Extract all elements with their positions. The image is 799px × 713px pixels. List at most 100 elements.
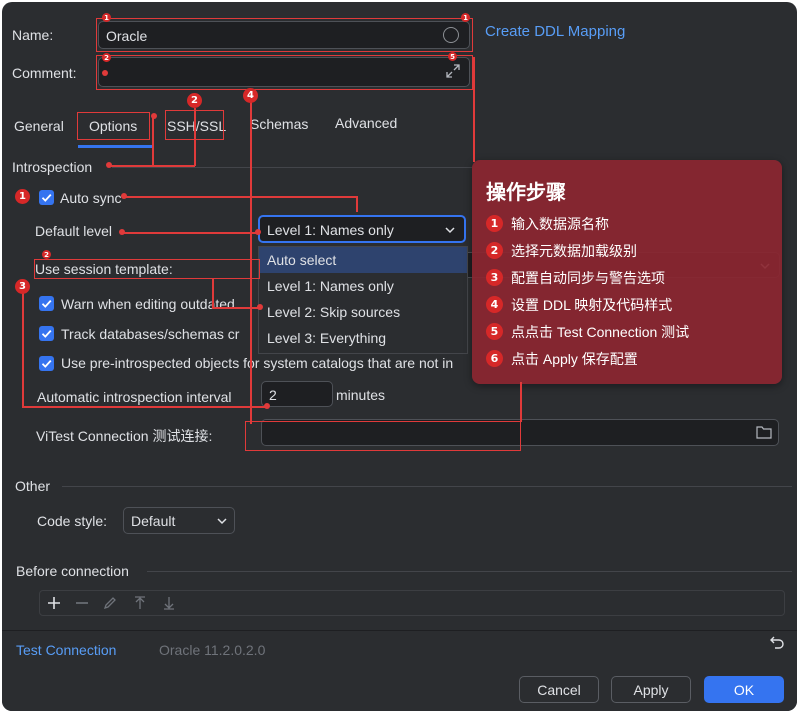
annotation-line — [122, 232, 258, 234]
badge-4-schemas: 4 — [243, 88, 258, 103]
step-item: 1 输入数据源名称 — [486, 210, 689, 237]
default-level-select[interactable]: Level 1: Names only — [258, 215, 466, 243]
annotation-line — [22, 287, 24, 407]
test-conn-prefix: Vi — [36, 428, 49, 444]
annotation-line — [473, 57, 475, 162]
cancel-button[interactable]: Cancel — [519, 676, 599, 703]
create-ddl-mapping-link[interactable]: Create DDL Mapping — [485, 23, 625, 40]
badge-2-comment-start: 2 — [102, 53, 111, 62]
introspection-divider — [112, 167, 472, 168]
code-style-select[interactable]: Default — [123, 507, 235, 534]
tab-options-underline — [78, 145, 152, 148]
default-level-value: Level 1: Names only — [267, 222, 394, 238]
interval-value: 2 — [269, 387, 277, 403]
annotation-dot — [264, 403, 270, 409]
introspection-title: Introspection — [12, 159, 93, 175]
annotation-dot — [151, 113, 157, 119]
annotation-box-name — [96, 18, 473, 52]
track-label: Track databases/schemas cr — [61, 326, 240, 342]
default-level-label: Default level — [35, 223, 113, 239]
step-number: 2 — [486, 242, 503, 259]
edit-icon[interactable] — [102, 595, 118, 614]
level-option-everything[interactable]: Level 3: Everything — [259, 325, 467, 351]
code-style-label: Code style: — [37, 513, 108, 529]
steps-panel: 操作步骤 1 输入数据源名称 2 选择元数据加载级别 3 配置自动同步与警告选项 4设… — [472, 160, 782, 384]
test-conn-text: Test Connection 测试连接: — [48, 428, 213, 444]
annotation-line — [22, 406, 267, 408]
interval-label: Automatic introspection interval — [37, 389, 232, 405]
annotation-line — [109, 165, 195, 167]
badge-2-session: 2 — [42, 250, 51, 259]
badge-1-autosync: 1 — [15, 189, 30, 204]
annotation-line — [356, 196, 358, 212]
level-option-skip-sources[interactable]: Level 2: Skip sources — [259, 299, 467, 325]
annotation-line — [250, 102, 252, 424]
before-connection-title: Before connection — [16, 563, 129, 579]
preintrospected-checkbox[interactable] — [39, 356, 54, 371]
step-item: 5 点点击 Test Connection 测试 — [486, 318, 689, 345]
tab-general[interactable]: General — [14, 118, 64, 134]
other-title: Other — [15, 478, 51, 494]
add-icon[interactable] — [46, 595, 62, 614]
tab-schemas[interactable]: Schemas — [250, 116, 308, 132]
step-number: 5 — [486, 323, 503, 340]
annotation-line — [520, 382, 522, 422]
badge-1-name-start: 1 — [102, 13, 111, 22]
apply-button[interactable]: Apply — [611, 676, 691, 703]
annotation-dot — [255, 229, 261, 235]
interval-unit: minutes — [336, 387, 386, 403]
step-item: 6 点击 Apply 保存配置 — [486, 345, 689, 372]
step-item: 2 选择元数据加载级别 — [486, 237, 689, 264]
before-connection-toolbar — [39, 590, 785, 616]
annotation-line — [212, 307, 260, 309]
tab-advanced[interactable]: Advanced — [335, 115, 397, 131]
code-style-value: Default — [131, 513, 176, 529]
annotation-dot — [121, 193, 127, 199]
move-up-icon[interactable] — [132, 595, 148, 614]
level-option-names-only[interactable]: Level 1: Names only — [259, 273, 467, 299]
step-text: 配置自动同步与警告选项 — [511, 269, 665, 286]
annotation-dot — [106, 162, 112, 168]
default-level-dropdown: Auto select Level 1: Names only Level 2:… — [258, 246, 468, 354]
steps-list: 1 输入数据源名称 2 选择元数据加载级别 3 配置自动同步与警告选项 4 设置 DDL… — [486, 210, 689, 372]
annotation-box-session-template — [34, 259, 260, 279]
annotation-line — [212, 279, 214, 307]
code-style-chevron-icon — [216, 514, 228, 530]
warn-label: Warn when editing outdated — [61, 296, 235, 312]
annotation-line — [194, 108, 196, 166]
step-number: 3 — [486, 269, 503, 286]
remove-icon[interactable] — [74, 595, 90, 614]
annotation-box-test-conn — [245, 421, 521, 451]
preintrospected-label: Use pre-introspected objects for system … — [61, 355, 454, 371]
annotation-box-comment — [96, 55, 473, 90]
steps-title: 操作步骤 — [486, 182, 566, 204]
annotation-box-options-tab — [77, 112, 150, 140]
annotation-dot — [257, 304, 263, 310]
move-down-icon[interactable] — [161, 595, 177, 614]
test-conn-label: ViTest Connection 测试连接: — [36, 426, 212, 446]
step-number: 4 — [486, 296, 503, 313]
level-option-auto-select[interactable]: Auto select — [259, 247, 467, 273]
reset-icon[interactable] — [769, 634, 785, 653]
before-connection-divider — [147, 571, 792, 572]
annotation-dot — [102, 70, 108, 76]
annotation-dot — [119, 229, 125, 235]
interval-input[interactable]: 2 — [261, 381, 333, 407]
track-checkbox[interactable] — [39, 326, 54, 341]
badge-5-comment-end: 5 — [448, 52, 457, 61]
ok-button[interactable]: OK — [704, 676, 784, 703]
step-text: 选择元数据加载级别 — [511, 242, 637, 259]
name-label: Name: — [12, 27, 54, 43]
comment-label: Comment: — [12, 65, 77, 81]
annotation-line — [124, 196, 357, 198]
warn-checkbox[interactable] — [39, 296, 54, 311]
test-connection-link[interactable]: Test Connection — [16, 642, 116, 658]
step-text: 输入数据源名称 — [511, 215, 609, 232]
badge-2-ssh: 2 — [187, 93, 202, 108]
step-number: 1 — [486, 215, 503, 232]
auto-sync-checkbox[interactable] — [39, 190, 54, 205]
driver-version: Oracle 11.2.0.2.0 — [159, 642, 266, 658]
folder-icon[interactable] — [756, 425, 772, 442]
annotation-line — [152, 115, 154, 165]
step-item: 4 设置 DDL 映射及代码样式 — [486, 291, 689, 318]
